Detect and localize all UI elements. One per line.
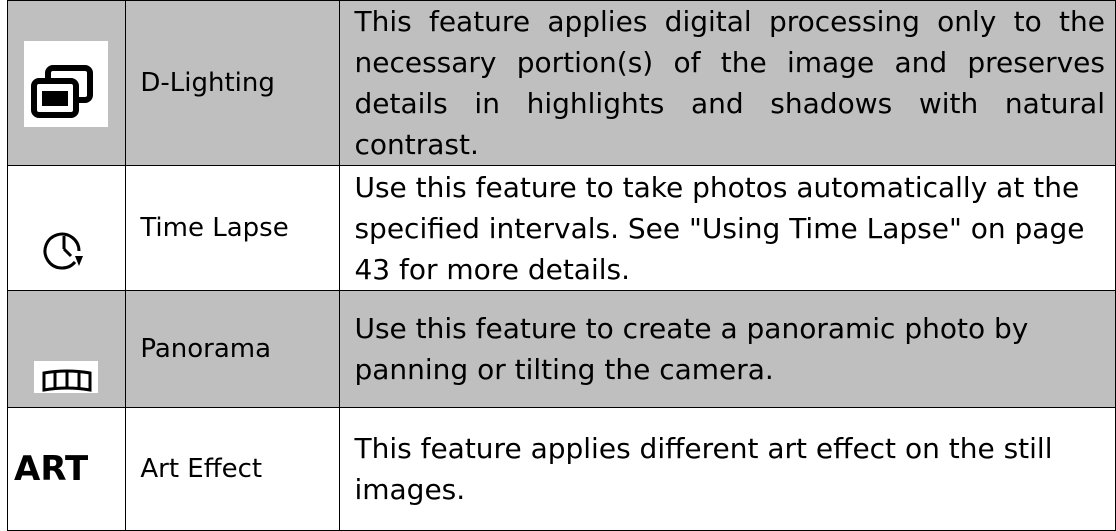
feature-name: Panorama (125, 290, 341, 408)
feature-description: This feature applies different art effec… (339, 407, 1116, 531)
art-effect-icon: ART (14, 449, 89, 489)
table-row-panorama: Panorama Use this feature to create a pa… (6, 290, 1116, 408)
panorama-icon (34, 361, 98, 393)
icon-cell (6, 290, 127, 408)
feature-description: Use this feature to take photos automati… (339, 165, 1116, 291)
feature-description: Use this feature to create a panoramic p… (339, 290, 1116, 408)
icon-cell (6, 0, 127, 166)
feature-description: This feature applies digital processing … (339, 0, 1116, 166)
d-lighting-icon (24, 41, 108, 127)
time-lapse-icon (43, 232, 83, 270)
feature-name: Art Effect (125, 407, 341, 531)
feature-name: Time Lapse (125, 165, 341, 291)
feature-table: D-Lighting This feature applies digital … (6, 0, 1116, 531)
table-row-d-lighting: D-Lighting This feature applies digital … (6, 0, 1116, 166)
table-row-art-effect: ART Art Effect This feature applies diff… (6, 407, 1116, 531)
icon-cell: ART (6, 407, 127, 531)
table-row-time-lapse: Time Lapse Use this feature to take phot… (6, 165, 1116, 291)
feature-name: D-Lighting (125, 0, 341, 166)
icon-cell (6, 165, 127, 291)
